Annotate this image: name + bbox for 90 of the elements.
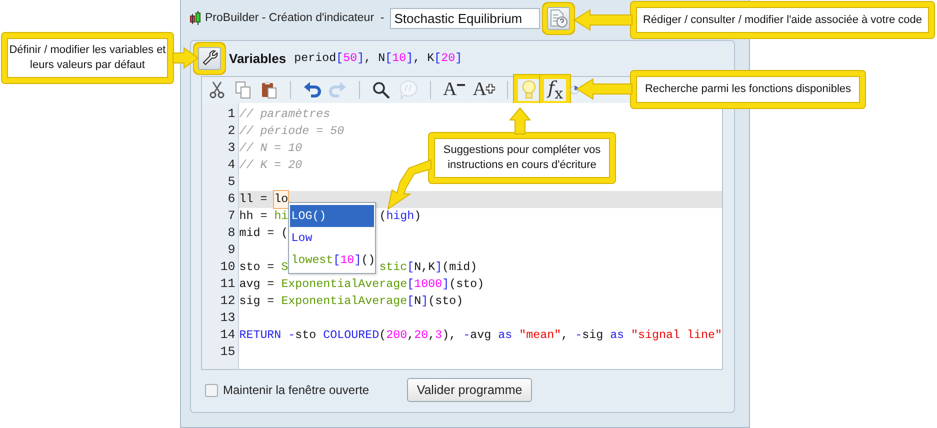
code-token: 10 [392, 51, 406, 65]
code-token: sto = [239, 259, 276, 276]
code-token: 20 [414, 327, 428, 344]
code-token: ll = [239, 191, 268, 208]
code-token: ExponentialAverage [281, 293, 408, 310]
code-token: , [428, 327, 436, 344]
line-number: 7 [226, 208, 236, 225]
line-number: 15 [219, 344, 236, 361]
code-token: ExponentialAverage [281, 276, 408, 293]
window-title: ProBuilder - Création d'indicateur - [205, 12, 384, 24]
code-token: ( [379, 327, 386, 344]
code-token: N,K [414, 259, 436, 276]
code-token: sig = [239, 293, 276, 310]
code-token: - [463, 327, 470, 344]
code-token: sto [295, 327, 318, 344]
code-token: "signal line" [630, 327, 722, 344]
code-token: (sto) [449, 276, 484, 293]
code-token: sig [582, 327, 604, 344]
line-number: 12 [219, 293, 236, 310]
code-comment: // K = 20 [239, 157, 302, 174]
code-token: stic [379, 259, 408, 276]
code-token: N [414, 293, 422, 310]
line-number: 6 [226, 191, 236, 208]
line-number: 2 [226, 123, 236, 140]
code-token: 1000 [414, 276, 442, 293]
code-token: ), [442, 327, 458, 344]
code-token: [ [434, 51, 442, 65]
code-token: lo [274, 191, 288, 208]
code-token: hi [274, 208, 288, 225]
font-larger-button[interactable]: A [470, 79, 498, 101]
variables-label: Variables [229, 50, 286, 66]
font-smaller-button[interactable]: A [441, 79, 467, 101]
validate-button[interactable]: Valider programme [407, 378, 532, 402]
code-token: RETURN - [239, 327, 296, 344]
code-token: ] [455, 51, 462, 65]
code-token: avg [470, 327, 492, 344]
code-token: , K [413, 51, 434, 65]
code-comment: // N = 10 [239, 140, 302, 157]
callout-note: Recherche parmi les fonctions disponibles [631, 71, 865, 108]
code-token: ] [406, 51, 414, 65]
line-number: 5 [226, 174, 236, 191]
code-token: [ [407, 259, 414, 276]
code-token: COLOURED [323, 327, 380, 344]
code-token: "mean" [518, 327, 562, 344]
line-number: 13 [219, 310, 236, 327]
code-token: as [610, 327, 624, 344]
code-token: [ [385, 51, 392, 65]
callout-note: Définir / modifier les variables et leurs valeurs par défaut [2, 33, 173, 83]
callout-note: Suggestions pour compléter vos instructions en cours d'écriture [429, 133, 615, 183]
code-token: ] [435, 259, 442, 276]
code-token: , [561, 327, 570, 344]
line-number: 8 [226, 225, 236, 242]
code-token: ( [379, 208, 386, 225]
line-number: 11 [219, 276, 236, 293]
code-token: 20 [441, 51, 456, 65]
functions-button[interactable]: f$_{x}$ [544, 79, 566, 101]
keep-open-checkbox[interactable]: Maintenir la fenêtre ouverte [205, 383, 395, 397]
code-token: (sto) [428, 293, 464, 310]
code-token: [ [407, 293, 414, 310]
code-token: period [294, 51, 336, 65]
line-number: 4 [226, 157, 236, 174]
code-token: [ [407, 276, 414, 293]
suggestion-item[interactable]: LOG() [290, 205, 374, 227]
code-token: - [575, 327, 582, 344]
code-token: 3 [435, 327, 442, 344]
code-token: [ [336, 51, 344, 65]
code-token: ] [421, 293, 428, 310]
line-number: 10 [219, 259, 236, 276]
code-token: ] [442, 276, 450, 293]
callout-note: Rédiger / consulter / modifier l'aide associée à votre code [631, 2, 934, 38]
code-token: high [386, 208, 414, 225]
line-number: 3 [226, 140, 236, 157]
line-number: 9 [226, 242, 236, 259]
code-token: ) [414, 208, 422, 225]
code-token: ] [357, 51, 364, 65]
code-comment: // paramètres [239, 106, 330, 123]
code-token: , [407, 327, 414, 344]
code-token: hh = [239, 208, 268, 225]
code-token: 200 [386, 327, 408, 344]
code-token: , N [364, 51, 386, 65]
code-token: mid = ( [239, 225, 288, 242]
indicator-name-field[interactable]: Stochastic Equilibrium [390, 8, 540, 28]
line-number: 1 [226, 106, 236, 123]
code-token: 50 [343, 51, 358, 65]
code-token: as [498, 327, 512, 344]
code-token: S [281, 259, 288, 276]
code-token: (mid) [442, 259, 478, 276]
line-number: 14 [219, 327, 236, 344]
code-token: avg = [239, 276, 276, 293]
code-comment: // période = 50 [239, 123, 344, 140]
